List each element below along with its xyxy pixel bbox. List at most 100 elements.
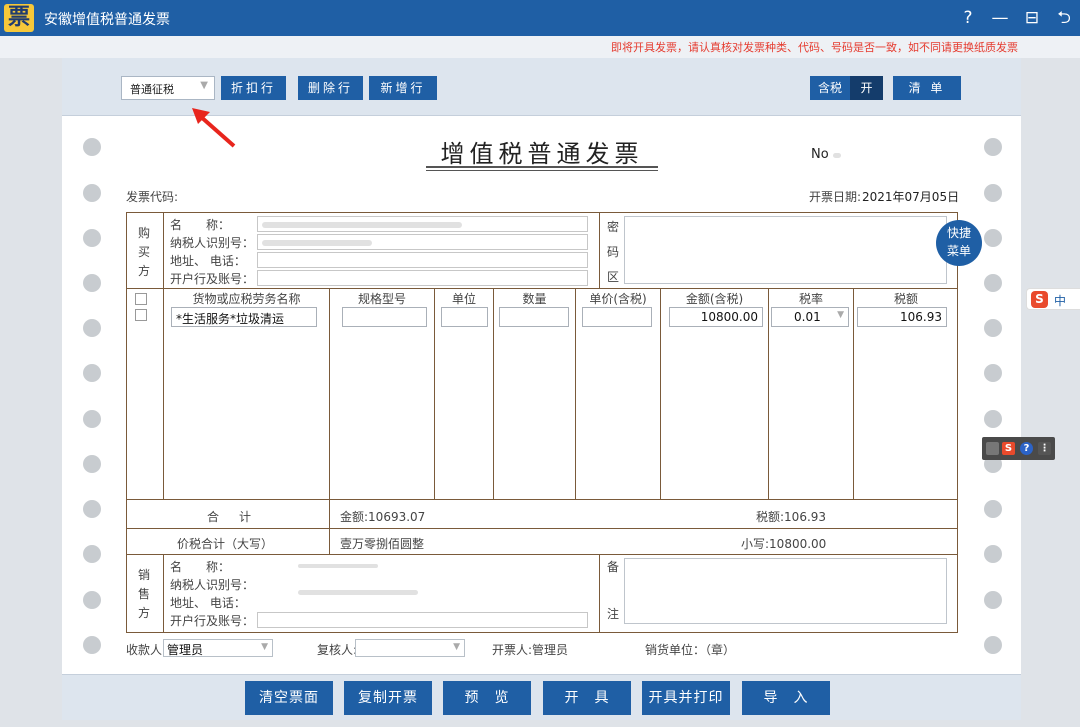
quick-menu-button[interactable]: 快捷 菜单 (936, 220, 982, 266)
maximize-icon[interactable]: ⊟ (1016, 0, 1048, 36)
invoice-date-value: 2021年07月05日 (862, 190, 960, 204)
perforation-dot (984, 636, 1002, 654)
item-amount-input[interactable]: 10800.00 (669, 307, 763, 327)
item-qty-input[interactable] (499, 307, 569, 327)
perforation-dot (984, 500, 1002, 518)
drawer-label: 开票人:管理员 (492, 643, 569, 657)
remark-field[interactable] (624, 558, 947, 624)
seller-bank-field[interactable] (257, 612, 588, 628)
help-icon[interactable]: ? (952, 0, 984, 36)
minimize-icon[interactable]: — (984, 0, 1016, 36)
redacted-buyer-name (262, 222, 462, 228)
buyer-address-field[interactable] (257, 252, 588, 268)
delete-row-button[interactable]: 删除行 (298, 76, 363, 100)
table-divider (434, 288, 435, 499)
perforation-dot (83, 229, 101, 247)
buyer-address-label: 地址、 电话： (170, 254, 246, 268)
col-header-price: 单价(含税) (589, 292, 647, 306)
col-header-spec: 规格型号 (357, 292, 406, 306)
perforation-dot (83, 455, 101, 473)
payee-select[interactable]: 管理员 ▼ (163, 639, 273, 657)
item-spec-input[interactable] (342, 307, 427, 327)
item-tax-input[interactable]: 106.93 (857, 307, 947, 327)
perforation-dot (83, 319, 101, 337)
perforation-dot (984, 364, 1002, 382)
clear-form-button[interactable]: 清空票面 (245, 681, 333, 715)
issue-and-print-button[interactable]: 开具并打印 (642, 681, 730, 715)
invoice-title: 增值税普通发票 (440, 140, 644, 168)
table-divider (575, 288, 576, 499)
tax-inclusive-label: 含税 (810, 76, 850, 100)
reviewer-select[interactable]: ▼ (355, 639, 465, 657)
select-all-checkbox[interactable] (135, 293, 147, 305)
perforation-dot (984, 319, 1002, 337)
cipher-area (624, 216, 947, 284)
ime-toolbar[interactable]: S ? ⋮ (982, 437, 1055, 460)
perforation-dot (83, 138, 101, 156)
perforation-dot (984, 591, 1002, 609)
item-unit-input[interactable] (441, 307, 488, 327)
table-divider (599, 554, 600, 633)
item-name-input[interactable]: *生活服务*垃圾清运 (171, 307, 317, 327)
seller-char: 销 (138, 568, 151, 582)
seller-char: 方 (138, 606, 151, 620)
invoice-date-label: 开票日期: (809, 190, 862, 204)
table-divider (163, 212, 164, 499)
issue-button[interactable]: 开 具 (543, 681, 631, 715)
perforation-dot (984, 138, 1002, 156)
bottom-action-bar: 清空票面 复制开票 预 览 开 具 开具并打印 导 入 (62, 674, 1021, 720)
redacted-seller-address (298, 590, 418, 595)
help-circle-icon: ? (1020, 442, 1033, 455)
ime-status-bar[interactable]: S 中 (1026, 288, 1080, 310)
table-divider (126, 499, 958, 500)
col-header-tax: 税额 (893, 292, 918, 306)
buyer-char: 买 (138, 245, 151, 259)
discount-row-button[interactable]: 折扣行 (221, 76, 286, 100)
add-row-button[interactable]: 新增行 (369, 76, 437, 100)
perforation-dot (83, 184, 101, 202)
preview-button[interactable]: 预 览 (443, 681, 531, 715)
table-divider (329, 288, 330, 554)
payee-label: 收款人: (126, 643, 167, 657)
copy-invoice-button[interactable]: 复制开票 (344, 681, 432, 715)
perforation-dot (984, 184, 1002, 202)
col-header-amount: 金额(含税) (685, 292, 744, 306)
grand-total-lower: 小写:10800.00 (741, 537, 827, 551)
ime-language: 中 (1054, 294, 1067, 308)
title-underline (426, 166, 658, 168)
buyer-bank-field[interactable] (257, 270, 588, 286)
dropdown-arrow-icon: ▼ (200, 80, 208, 91)
grand-total-label: 价税合计（大写） (177, 537, 274, 551)
tax-mode-select[interactable]: 普通征税 ▼ (121, 76, 215, 100)
back-icon[interactable]: ⮌ (1048, 0, 1080, 36)
table-divider (660, 288, 661, 499)
seller-taxid-label: 纳税人识别号： (170, 578, 255, 592)
list-button[interactable]: 清 单 (893, 76, 961, 100)
item-price-input[interactable] (582, 307, 652, 327)
item-rate-select[interactable]: 0.01 ▼ (771, 307, 849, 327)
remark-side-label: 备 注 (607, 558, 621, 624)
grand-total-upper: 壹万零捌佰圆整 (340, 537, 425, 551)
cipher-char: 区 (607, 270, 620, 284)
window-title: 安徽增值税普通发票 (44, 12, 170, 28)
table-divider (599, 212, 600, 288)
perforation-dot (984, 545, 1002, 563)
table-divider (126, 288, 958, 289)
perforation-dot (83, 274, 101, 292)
perforation-dot (984, 229, 1002, 247)
tax-inclusive-toggle[interactable]: 含税 开 (810, 76, 883, 100)
sogou-logo-icon: S (1031, 291, 1048, 308)
seller-bank-label: 开户行及账号： (170, 614, 255, 628)
window-controls: ? — ⊟ ⮌ (952, 0, 1080, 36)
quick-menu-line: 菜单 (946, 244, 971, 258)
import-button[interactable]: 导 入 (742, 681, 830, 715)
dropdown-arrow-icon: ▼ (261, 642, 268, 652)
cipher-side-label: 密 码 区 (607, 218, 621, 287)
table-divider (126, 528, 958, 529)
buyer-bank-label: 开户行及账号： (170, 272, 255, 286)
seller-name-label: 名 称： (170, 560, 231, 574)
title-underline (426, 170, 658, 171)
payee-value: 管理员 (167, 643, 204, 657)
table-divider (493, 288, 494, 499)
row-checkbox[interactable] (135, 309, 147, 321)
